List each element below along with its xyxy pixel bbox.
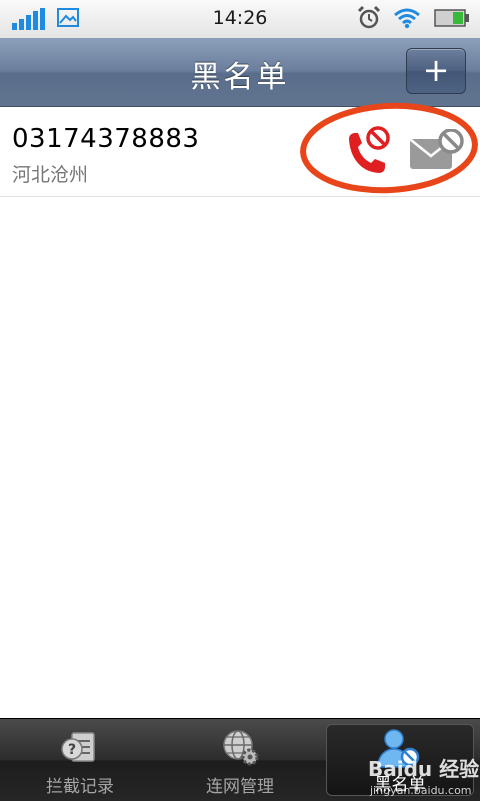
title-bar: 黑名单 +: [0, 38, 480, 107]
blacklist-user-icon: [377, 729, 420, 768]
tab-network-management[interactable]: 连网管理: [160, 719, 320, 801]
tab-intercept-records[interactable]: ? 拦截记录: [0, 719, 160, 801]
tab-label: 连网管理: [206, 777, 274, 797]
intercept-records-icon: ?: [61, 732, 95, 762]
tab-blacklist[interactable]: 黑名单: [326, 724, 474, 796]
globe-gear-icon: [223, 730, 259, 766]
svg-text:?: ?: [68, 742, 76, 758]
status-bar: 14:26: [0, 0, 480, 39]
tab-label: 黑名单: [374, 775, 426, 795]
alarm-icon: [357, 5, 381, 29]
battery-icon: [434, 9, 469, 27]
tab-bar: ? 拦截记录 连网管理 黑名单: [0, 718, 480, 801]
add-button[interactable]: +: [406, 48, 466, 94]
tab-label: 拦截记录: [46, 777, 114, 797]
annotation-circle: [300, 102, 478, 194]
phone-number: 03174378883: [12, 124, 200, 154]
number-location: 河北沧州: [12, 164, 89, 186]
wifi-icon: [394, 8, 420, 29]
